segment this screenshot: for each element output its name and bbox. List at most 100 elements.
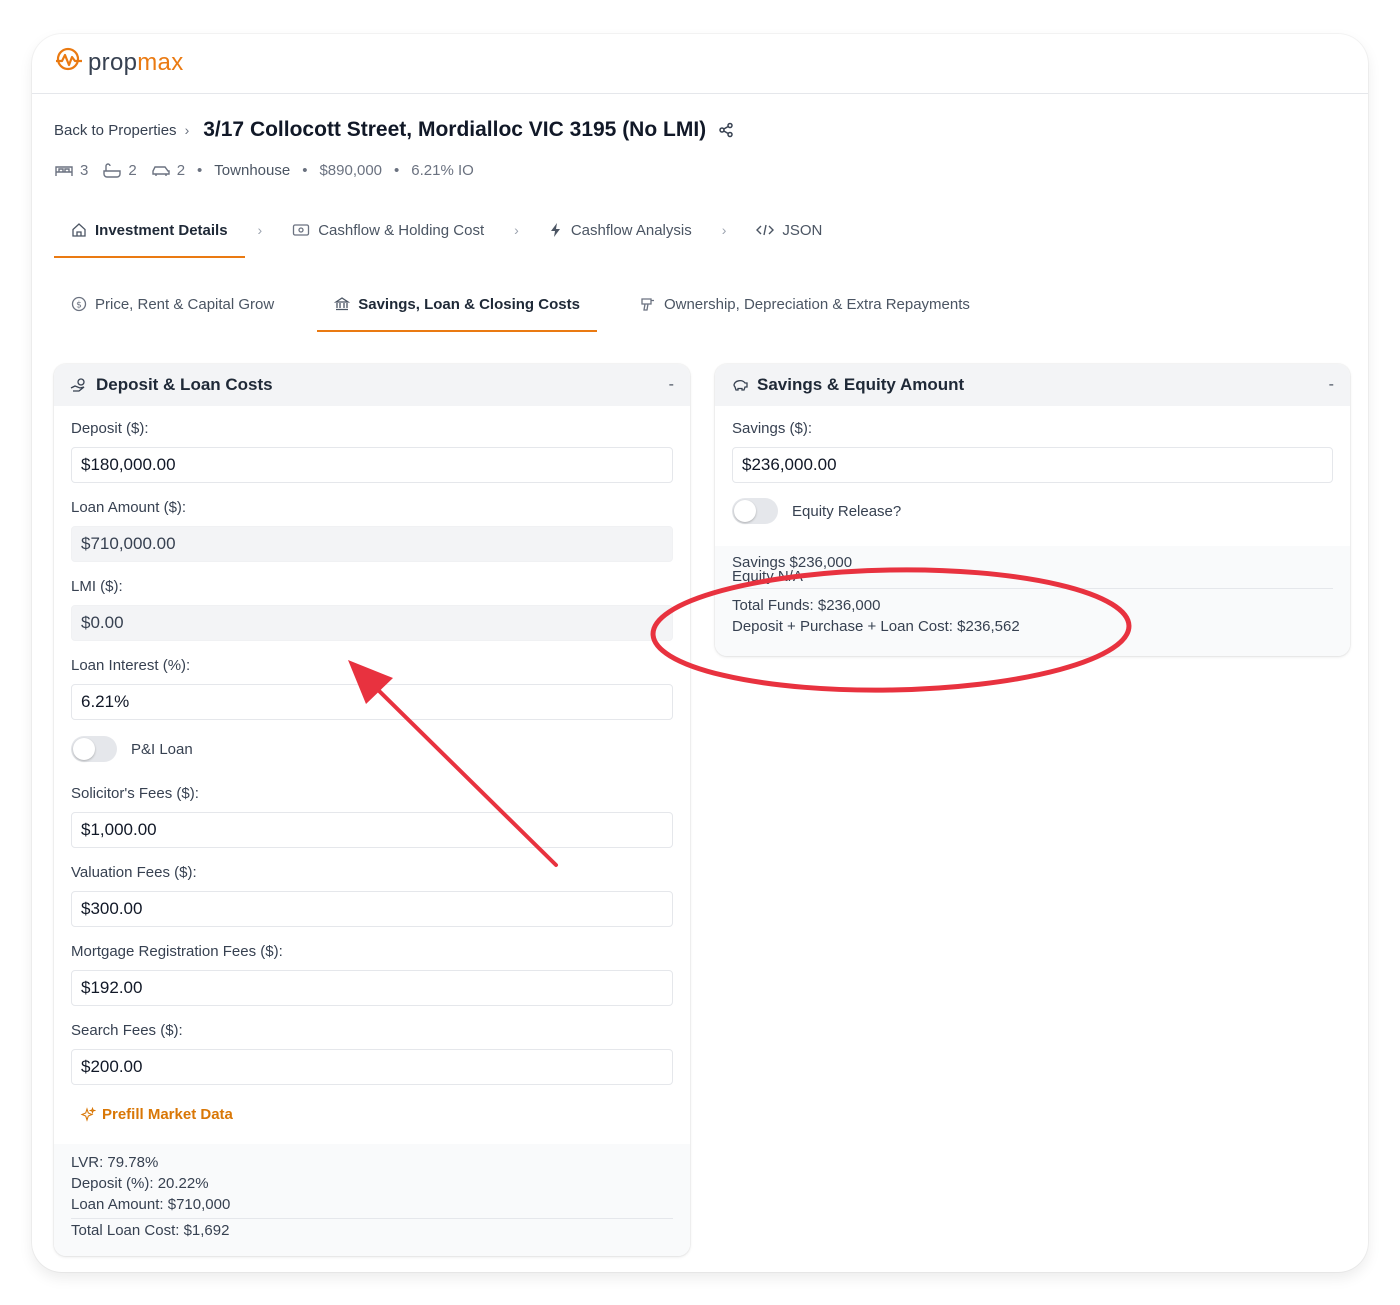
tab-investment-details[interactable]: Investment Details: [54, 202, 245, 258]
savings-equity-card: Savings & Equity Amount - Savings ($): $…: [715, 364, 1350, 656]
deposit-percent-text: Deposit (%): 20.22%: [71, 1175, 209, 1192]
deposit-purchase-loan-cost-text: Deposit + Purchase + Loan Cost: $236,562: [732, 618, 1020, 635]
tab-label: Cashflow Analysis: [570, 221, 692, 239]
savings-field-group: Savings ($): $236,000.00: [732, 420, 1333, 483]
hand-coins-icon: [70, 377, 88, 393]
card-title: Deposit & Loan Costs: [96, 375, 273, 394]
mortgage-registration-fees-label: Mortgage Registration Fees ($):: [71, 943, 283, 960]
logo-mark-icon: [54, 46, 84, 79]
tab-label: JSON: [782, 221, 823, 239]
loan-amount-label: Loan Amount ($):: [71, 499, 187, 516]
share-icon[interactable]: [718, 122, 734, 138]
main-tabs: Investment Details › Cashflow & Holding …: [54, 202, 839, 258]
chevron-right-icon: ›: [257, 222, 263, 238]
car-icon: [151, 163, 171, 179]
top-bar: prop max: [32, 34, 1368, 94]
chevron-right-icon: ›: [514, 222, 519, 238]
equity-release-toggle-row: Equity Release?: [732, 498, 901, 524]
code-icon: [756, 223, 775, 237]
sub-tabs: $ Price, Rent & Capital Grow Savings, Lo…: [54, 276, 1013, 332]
bolt-icon: [549, 222, 563, 238]
valuation-fees-field-group: Valuation Fees ($): $300.00: [71, 864, 673, 927]
bathroom-count: 2: [128, 162, 137, 179]
page-title: 3/17 Collocott Street, Mordialloc VIC 31…: [203, 118, 707, 141]
tab-cashflow-holding-cost[interactable]: Cashflow & Holding Cost: [275, 202, 501, 258]
solicitor-fees-field-group: Solicitor's Fees ($): $1,000.00: [71, 785, 673, 848]
back-to-properties-link[interactable]: Back to Properties: [54, 122, 177, 139]
home-icon: [71, 222, 87, 238]
total-loan-cost-text: Total Loan Cost: $1,692: [71, 1222, 230, 1239]
prefill-market-data-button[interactable]: Prefill Market Data: [80, 1106, 233, 1123]
breadcrumb: Back to Properties › 3/17 Collocott Stre…: [54, 118, 734, 142]
pi-loan-toggle[interactable]: [71, 736, 117, 762]
bed-icon: [54, 163, 74, 179]
lmi-field-group: LMI ($): $0.00: [71, 578, 673, 641]
meta-separator: •: [197, 162, 203, 179]
valuation-fees-label: Valuation Fees ($):: [71, 864, 197, 881]
loan-interest-field-group: Loan Interest (%): 6.21%: [71, 657, 673, 720]
tab-ownership-depreciation[interactable]: Ownership, Depreciation & Extra Repaymen…: [623, 276, 987, 332]
lmi-input: $0.00: [71, 605, 673, 641]
savings-summary: Savings $236,000 Equity N/A Total Funds:…: [715, 546, 1350, 656]
card-header[interactable]: Savings & Equity Amount -: [715, 364, 1350, 406]
tab-cashflow-analysis[interactable]: Cashflow Analysis: [532, 202, 709, 258]
property-price: $890,000: [319, 162, 383, 179]
mortgage-registration-fees-field-group: Mortgage Registration Fees ($): $192.00: [71, 943, 673, 1006]
sparkles-icon: [80, 1106, 96, 1123]
tab-label: Investment Details: [95, 221, 228, 239]
logo-text-prefix: prop: [88, 48, 138, 76]
equity-release-toggle[interactable]: [732, 498, 778, 524]
solicitor-fees-label: Solicitor's Fees ($):: [71, 785, 199, 802]
deposit-input[interactable]: $180,000.00: [71, 447, 673, 483]
cash-icon: [292, 223, 310, 237]
search-fees-label: Search Fees ($):: [71, 1022, 183, 1039]
total-funds-text: Total Funds: $236,000: [732, 597, 881, 614]
tab-json[interactable]: JSON: [739, 202, 839, 258]
meta-separator: •: [302, 162, 308, 179]
loan-amount-input: $710,000.00: [71, 526, 673, 562]
lmi-label: LMI ($):: [71, 578, 123, 595]
chevron-right-icon: ›: [721, 222, 727, 238]
tab-label: Price, Rent & Capital Grow: [95, 295, 275, 313]
tab-label: Cashflow & Holding Cost: [318, 221, 485, 239]
toggle-knob: [734, 500, 756, 522]
search-fees-field-group: Search Fees ($): $200.00: [71, 1022, 673, 1085]
dollar-circle-icon: $: [71, 296, 87, 312]
app-window: prop max Back to Properties › 3/17 Colloc…: [32, 34, 1368, 1272]
drill-icon: [640, 296, 656, 312]
deposit-loan-costs-card: Deposit & Loan Costs - Deposit ($): $180…: [54, 364, 690, 1256]
savings-input[interactable]: $236,000.00: [732, 447, 1333, 483]
interest-rate: 6.21% IO: [411, 162, 474, 179]
valuation-fees-input[interactable]: $300.00: [71, 891, 673, 927]
propmax-logo[interactable]: prop max: [54, 46, 184, 79]
card-header[interactable]: Deposit & Loan Costs -: [54, 364, 690, 406]
pi-loan-toggle-row: P&I Loan: [71, 736, 193, 762]
deposit-field-group: Deposit ($): $180,000.00: [71, 420, 673, 483]
deposit-summary: LVR: 79.78% Deposit (%): 20.22% Loan Amo…: [54, 1144, 690, 1256]
tab-label: Savings, Loan & Closing Costs: [358, 295, 580, 313]
pi-loan-label: P&I Loan: [131, 740, 193, 758]
mortgage-registration-fees-input[interactable]: $192.00: [71, 970, 673, 1006]
chevron-right-icon: ›: [184, 122, 190, 138]
summary-divider: [71, 1218, 673, 1219]
deposit-label: Deposit ($):: [71, 420, 149, 437]
meta-separator: •: [394, 162, 400, 179]
tab-price-rent-capital-grow[interactable]: $ Price, Rent & Capital Grow: [54, 276, 291, 332]
search-fees-input[interactable]: $200.00: [71, 1049, 673, 1085]
card-title: Savings & Equity Amount: [757, 375, 965, 394]
property-type: Townhouse: [214, 162, 291, 179]
bath-icon: [102, 162, 122, 179]
collapse-button[interactable]: -: [669, 376, 674, 394]
loan-interest-label: Loan Interest (%):: [71, 657, 191, 674]
loan-amount-field-group: Loan Amount ($): $710,000.00: [71, 499, 673, 562]
loan-interest-input[interactable]: 6.21%: [71, 684, 673, 720]
solicitor-fees-input[interactable]: $1,000.00: [71, 812, 673, 848]
bedroom-count: 3: [80, 162, 89, 179]
tab-savings-loan-closing-costs[interactable]: Savings, Loan & Closing Costs: [317, 276, 597, 332]
bank-icon: [334, 296, 351, 312]
collapse-button[interactable]: -: [1329, 376, 1334, 394]
logo-text-suffix: max: [137, 48, 184, 76]
toggle-knob: [73, 738, 95, 760]
piggy-bank-icon: [731, 377, 749, 393]
summary-divider: [732, 588, 1333, 589]
